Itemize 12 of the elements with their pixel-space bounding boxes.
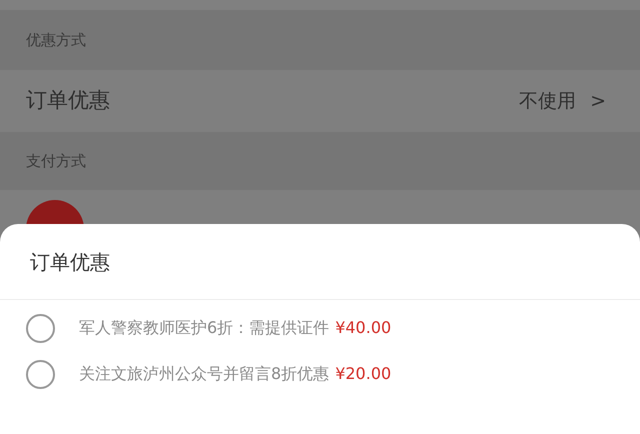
radio-button[interactable] bbox=[26, 314, 55, 342]
section-header: 优惠方式 bbox=[26, 30, 86, 51]
option-amount: ¥20.00 bbox=[335, 363, 392, 385]
radio-button[interactable] bbox=[26, 360, 55, 388]
section-header: 支付方式 bbox=[26, 150, 86, 172]
chevron-icon: > bbox=[590, 86, 614, 116]
row-value: 不使用 bbox=[519, 88, 576, 114]
option-label: 军人警察教师医护6折：需提供证件 bbox=[79, 317, 330, 339]
sheet-title: 订单优惠 bbox=[30, 248, 110, 276]
option-label: 关注文旅泸州公众号并留言8折优惠 bbox=[79, 363, 330, 385]
row-label: 订单优惠 bbox=[26, 87, 110, 114]
option-amount: ¥40.00 bbox=[335, 317, 392, 339]
